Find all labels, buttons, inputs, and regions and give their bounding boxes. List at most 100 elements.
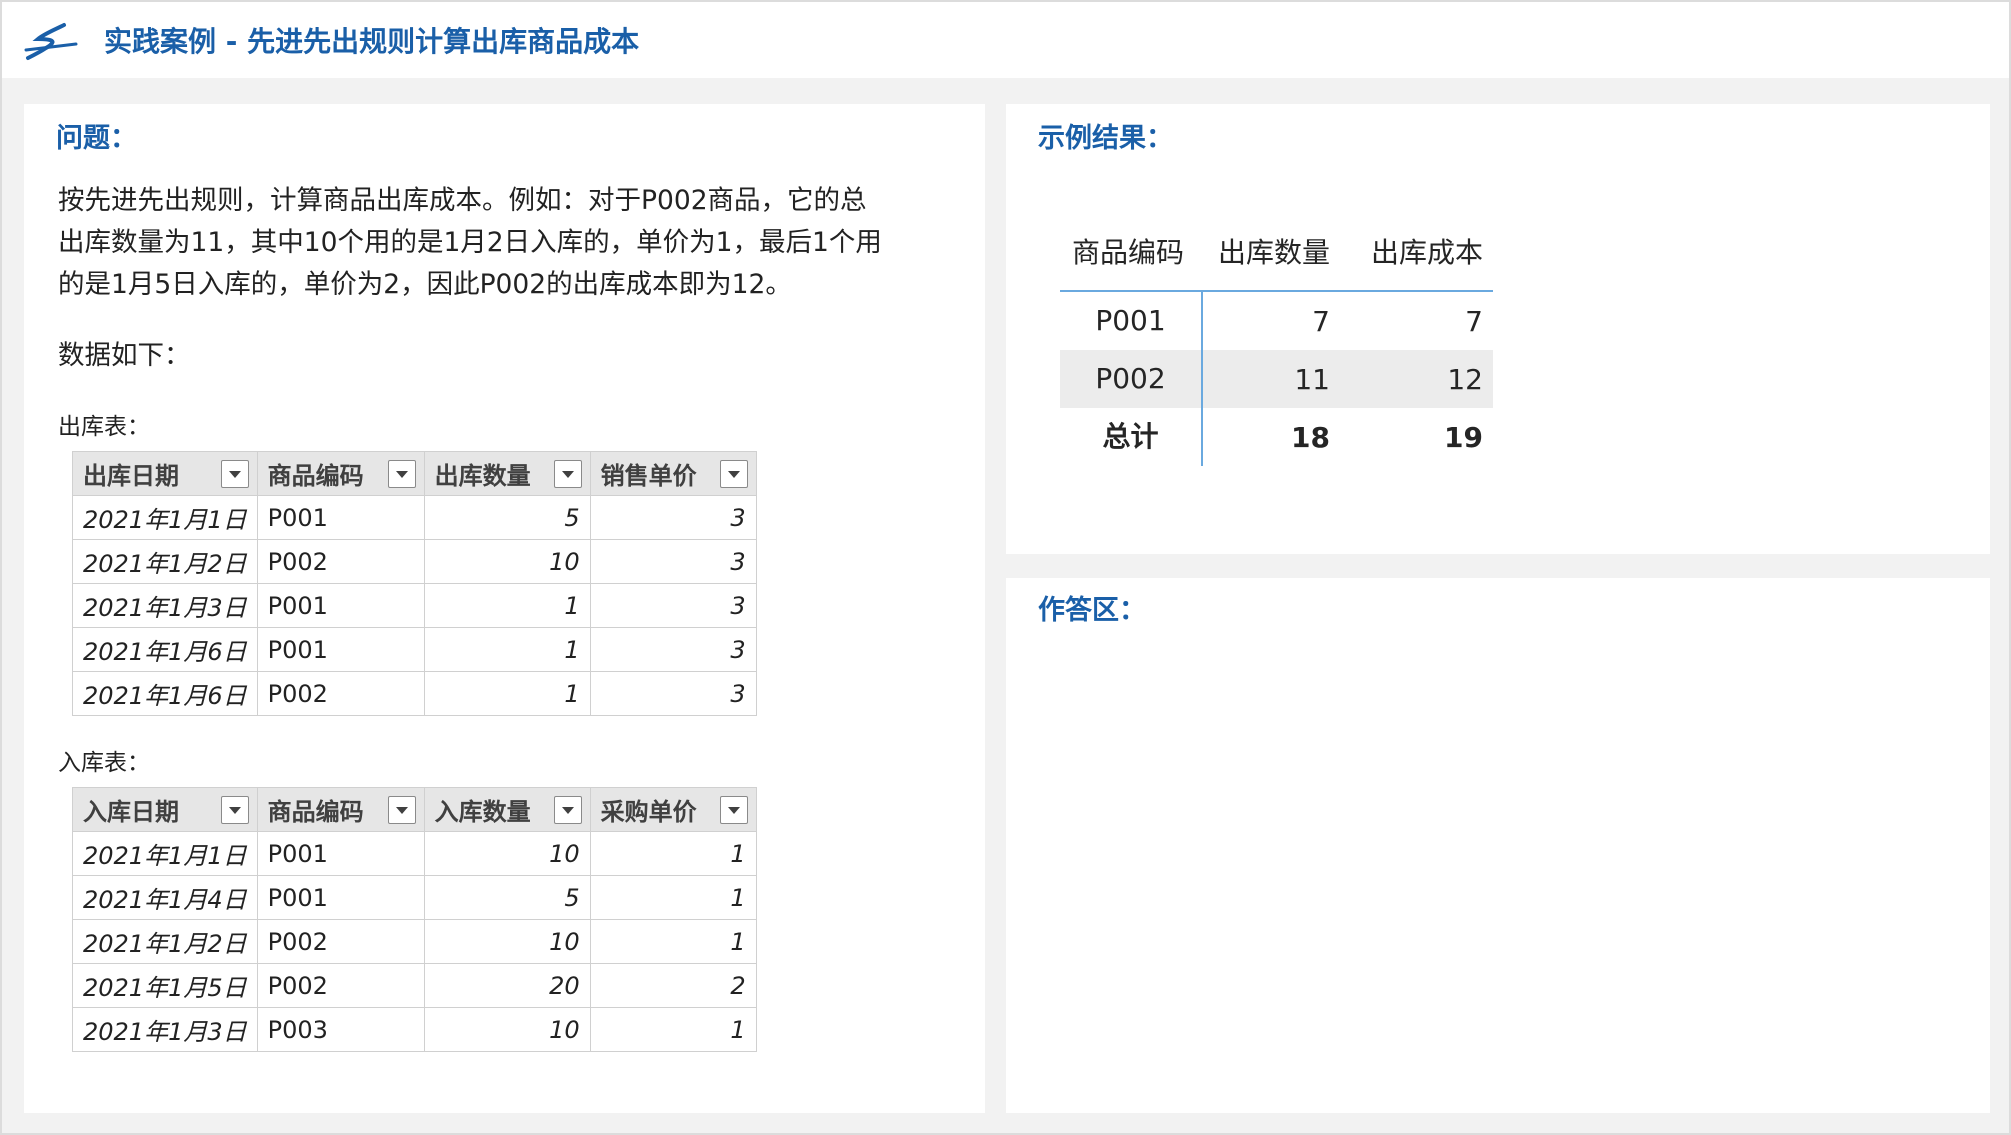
question-heading: 问题： — [56, 123, 137, 154]
cell-date[interactable]: 2021年1月1日 — [72, 831, 258, 876]
inbound-table-caption: 入库表： — [58, 750, 150, 776]
filter-dropdown-icon[interactable] — [220, 796, 249, 824]
result-cell-code: P002 — [1060, 350, 1203, 408]
cell-code[interactable]: P002 — [256, 539, 425, 584]
inbound-table: 入库日期 商品编码 入库数量 采购单价 2021年1月1日 P001 10 1 … — [72, 787, 757, 1052]
filter-dropdown-icon[interactable] — [387, 796, 416, 824]
cell-price[interactable]: 3 — [589, 495, 757, 540]
page-header: 实践案例 - 先进先出规则计算出库商品成本 — [2, 2, 2009, 78]
filter-dropdown-icon[interactable] — [719, 460, 748, 488]
cell-date[interactable]: 2021年1月6日 — [72, 627, 258, 672]
cell-price[interactable]: 1 — [589, 875, 757, 920]
column-header-outbound-date: 出库日期 — [72, 451, 258, 496]
table-row: 2021年1月3日 P001 1 3 — [72, 583, 757, 628]
table-row: 2021年1月2日 P002 10 3 — [72, 539, 757, 584]
cell-qty[interactable]: 10 — [423, 919, 591, 964]
cell-date[interactable]: 2021年1月2日 — [72, 919, 258, 964]
filter-dropdown-icon[interactable] — [553, 460, 582, 488]
result-column-header: 商品编码 — [1072, 236, 1185, 269]
table-row: 2021年1月4日 P001 5 1 — [72, 875, 757, 920]
cell-date[interactable]: 2021年1月6日 — [72, 671, 258, 716]
cell-date[interactable]: 2021年1月2日 — [72, 539, 258, 584]
result-cell-qty: 7 — [1312, 304, 1330, 338]
cell-code[interactable]: P002 — [256, 963, 425, 1008]
result-total-label: 总计 — [1060, 408, 1203, 466]
outbound-table: 出库日期 商品编码 出库数量 销售单价 2021年1月1日 P001 5 3 2… — [72, 451, 757, 716]
result-matrix: 商品编码 出库数量 出库成本 P001 7 7 P002 11 12 总计 18… — [1060, 212, 1493, 466]
cell-code[interactable]: P001 — [256, 627, 425, 672]
cell-code[interactable]: P001 — [256, 583, 425, 628]
table-row: 2021年1月2日 P002 10 1 — [72, 919, 757, 964]
result-cell-cost: 7 — [1465, 304, 1483, 338]
table-row: 2021年1月5日 P002 20 2 — [72, 963, 757, 1008]
example-result-panel: 示例结果： 商品编码 出库数量 出库成本 P001 7 7 P002 11 12… — [1006, 104, 1990, 554]
cell-qty[interactable]: 1 — [423, 671, 591, 716]
cell-date[interactable]: 2021年1月4日 — [72, 875, 258, 920]
result-cell-qty: 11 — [1294, 362, 1330, 396]
cell-price[interactable]: 1 — [589, 1007, 757, 1052]
answer-heading: 作答区： — [1038, 595, 1146, 626]
stylized-s-logo-icon — [24, 23, 78, 60]
cell-price[interactable]: 3 — [589, 539, 757, 584]
column-header-inbound-qty: 入库数量 — [423, 787, 591, 832]
column-header-sale-price: 销售单价 — [589, 451, 757, 496]
result-header-row: 商品编码 出库数量 出库成本 — [1060, 212, 1493, 292]
question-panel: 问题： 按先进先出规则，计算商品出库成本。例如：对于P002商品，它的总 出库数… — [24, 104, 985, 1113]
table-header-row: 出库日期 商品编码 出库数量 销售单价 — [72, 451, 757, 496]
column-header-product-code: 商品编码 — [256, 451, 425, 496]
cell-date[interactable]: 2021年1月5日 — [72, 963, 258, 1008]
cell-qty[interactable]: 10 — [423, 1007, 591, 1052]
result-row[interactable]: P001 7 7 — [1060, 292, 1493, 350]
result-cell-code: P001 — [1060, 292, 1203, 350]
cell-qty[interactable]: 20 — [423, 963, 591, 1008]
cell-date[interactable]: 2021年1月1日 — [72, 495, 258, 540]
cell-code[interactable]: P002 — [256, 671, 425, 716]
table-row: 2021年1月6日 P002 1 3 — [72, 671, 757, 716]
filter-dropdown-icon[interactable] — [220, 460, 249, 488]
result-total-cost: 19 — [1444, 420, 1483, 454]
table-header-row: 入库日期 商品编码 入库数量 采购单价 — [72, 787, 757, 832]
filter-dropdown-icon[interactable] — [387, 460, 416, 488]
cell-date[interactable]: 2021年1月3日 — [72, 1007, 258, 1052]
column-header-outbound-qty: 出库数量 — [423, 451, 591, 496]
result-total-qty: 18 — [1291, 420, 1330, 454]
cell-price[interactable]: 3 — [589, 627, 757, 672]
column-header-purchase-price: 采购单价 — [589, 787, 757, 832]
result-column-header: 出库成本 — [1370, 236, 1483, 269]
table-row: 2021年1月6日 P001 1 3 — [72, 627, 757, 672]
cell-price[interactable]: 1 — [589, 919, 757, 964]
cell-qty[interactable]: 10 — [423, 831, 591, 876]
filter-dropdown-icon[interactable] — [553, 796, 582, 824]
cell-date[interactable]: 2021年1月3日 — [72, 583, 258, 628]
result-row[interactable]: P002 11 12 — [1060, 350, 1493, 408]
example-result-heading: 示例结果： — [1038, 123, 1173, 154]
cell-price[interactable]: 3 — [589, 583, 757, 628]
table-row: 2021年1月1日 P001 10 1 — [72, 831, 757, 876]
cell-qty[interactable]: 5 — [423, 875, 591, 920]
cell-code[interactable]: P001 — [256, 875, 425, 920]
cell-price[interactable]: 2 — [589, 963, 757, 1008]
filter-dropdown-icon[interactable] — [719, 796, 748, 824]
cell-code[interactable]: P001 — [256, 831, 425, 876]
cell-price[interactable]: 1 — [589, 831, 757, 876]
result-cell-cost: 12 — [1447, 362, 1483, 396]
data-intro-label: 数据如下： — [58, 340, 191, 371]
cell-code[interactable]: P001 — [256, 495, 425, 540]
result-column-header: 出库数量 — [1217, 236, 1330, 269]
table-row: 2021年1月1日 P001 5 3 — [72, 495, 757, 540]
cell-qty[interactable]: 1 — [423, 627, 591, 672]
question-text: 按先进先出规则，计算商品出库成本。例如：对于P002商品，它的总 出库数量为11… — [58, 185, 882, 300]
table-row: 2021年1月3日 P003 10 1 — [72, 1007, 757, 1052]
column-header-inbound-date: 入库日期 — [72, 787, 258, 832]
page-title: 实践案例 - 先进先出规则计算出库商品成本 — [104, 25, 640, 58]
cell-price[interactable]: 3 — [589, 671, 757, 716]
answer-panel[interactable]: 作答区： — [1006, 578, 1990, 1113]
cell-code[interactable]: P002 — [256, 919, 425, 964]
cell-code[interactable]: P003 — [256, 1007, 425, 1052]
outbound-table-caption: 出库表： — [58, 414, 150, 440]
cell-qty[interactable]: 1 — [423, 583, 591, 628]
cell-qty[interactable]: 10 — [423, 539, 591, 584]
cell-qty[interactable]: 5 — [423, 495, 591, 540]
result-total-row: 总计 18 19 — [1060, 408, 1493, 466]
column-header-product-code: 商品编码 — [256, 787, 425, 832]
